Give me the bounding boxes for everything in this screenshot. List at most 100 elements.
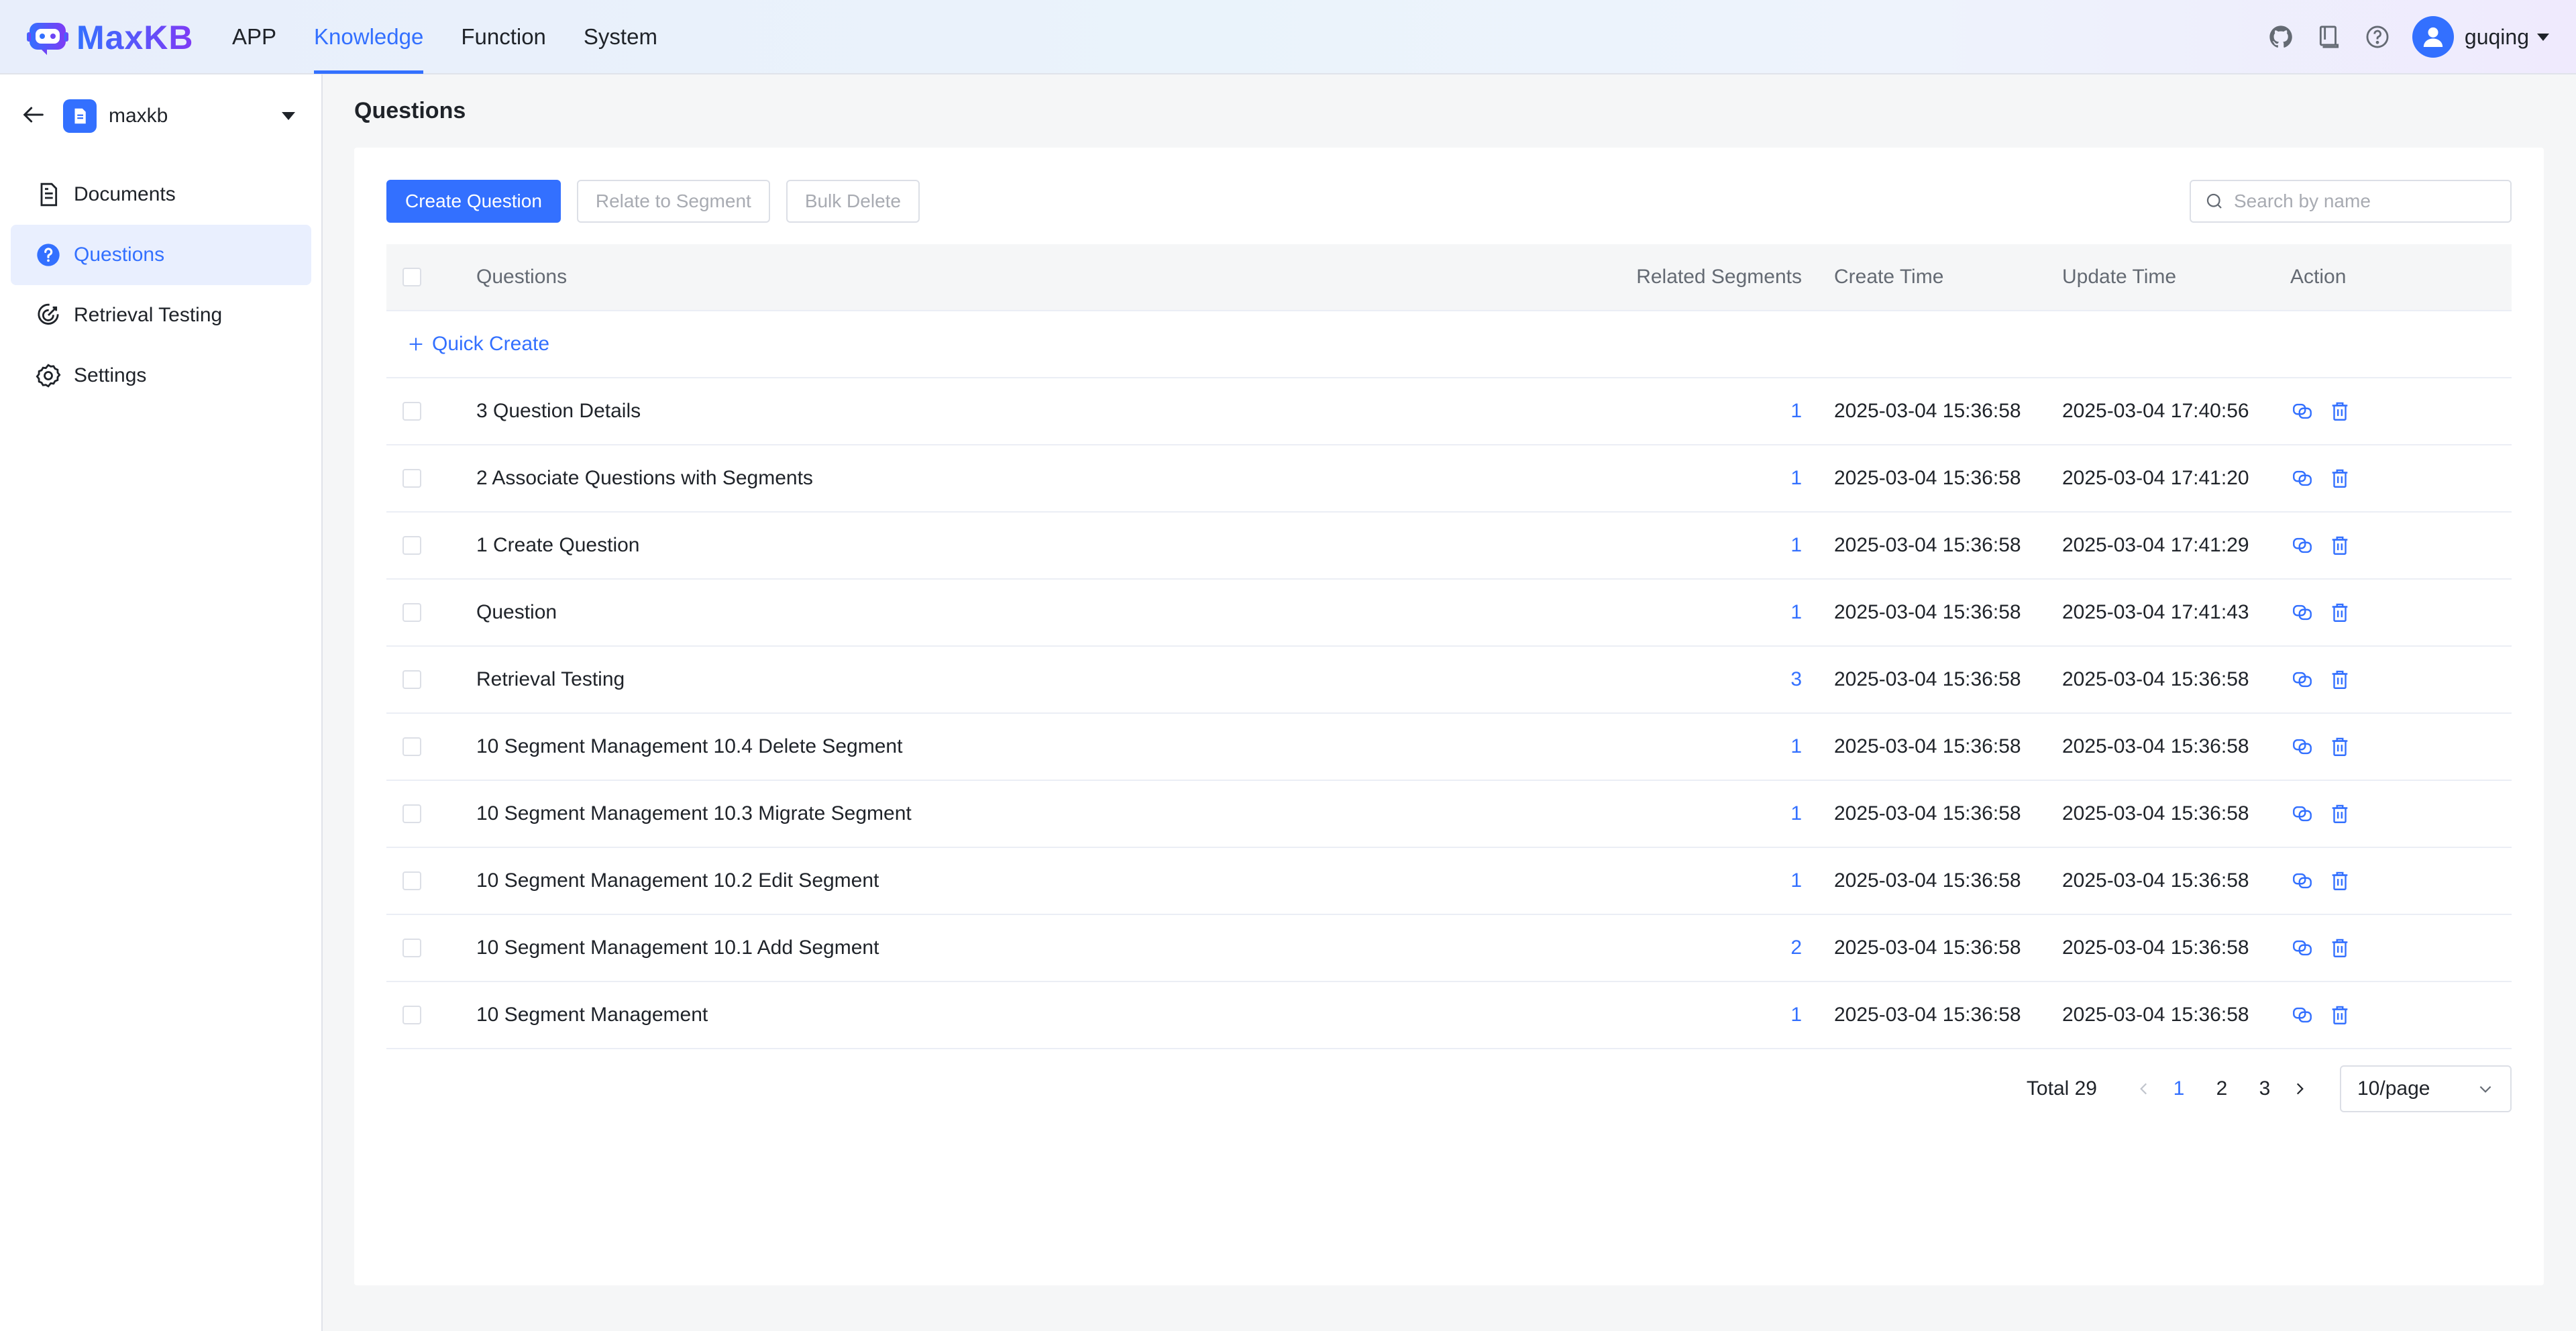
chevron-down-icon[interactable]: [282, 112, 295, 120]
delete-icon[interactable]: [2328, 668, 2352, 692]
related-segments-link[interactable]: 1: [1790, 400, 1802, 422]
relate-segment-icon[interactable]: [2290, 600, 2314, 625]
delete-icon[interactable]: [2328, 533, 2352, 557]
sidebar-item-label: Documents: [74, 183, 176, 205]
quick-create-row: Quick Create: [386, 311, 2512, 378]
sidebar-item-questions[interactable]: Questions: [11, 225, 311, 285]
row-checkbox[interactable]: [402, 804, 421, 823]
relate-segment-icon[interactable]: [2290, 1003, 2314, 1027]
nav-function[interactable]: Function: [461, 0, 546, 74]
delete-icon[interactable]: [2328, 1003, 2352, 1027]
user-menu-caret-icon[interactable]: [2537, 33, 2549, 41]
bulk-delete-button[interactable]: Bulk Delete: [786, 180, 920, 223]
related-segments-link[interactable]: 1: [1790, 802, 1802, 824]
prev-page-icon[interactable]: [2131, 1080, 2157, 1098]
row-checkbox[interactable]: [402, 402, 421, 421]
table-row[interactable]: 2 Associate Questions with Segments 1 2025…: [386, 445, 2512, 513]
row-checkbox[interactable]: [402, 670, 421, 689]
sidebar-item-retrieval-testing[interactable]: Retrieval Testing: [11, 285, 311, 345]
table-row[interactable]: 10 Segment Management 10.4 Delete Segmen…: [386, 714, 2512, 781]
nav-app[interactable]: APP: [232, 0, 276, 74]
row-checkbox[interactable]: [402, 1006, 421, 1024]
update-time: 2025-03-04 17:40:56: [2062, 400, 2249, 422]
brand-logo[interactable]: MaxKB: [27, 17, 193, 58]
row-checkbox[interactable]: [402, 469, 421, 488]
relate-segment-icon[interactable]: [2290, 735, 2314, 759]
related-segments-link[interactable]: 2: [1790, 937, 1802, 959]
sidebar-item-documents[interactable]: Documents: [11, 164, 311, 225]
top-nav: APP Knowledge Function System: [232, 0, 695, 74]
question-text[interactable]: 10 Segment Management 10.1 Add Segment: [476, 937, 1629, 959]
page-2[interactable]: 2: [2200, 1077, 2243, 1100]
help-icon[interactable]: [2364, 23, 2391, 50]
related-segments-link[interactable]: 1: [1790, 534, 1802, 556]
row-checkbox[interactable]: [402, 737, 421, 756]
row-checkbox[interactable]: [402, 603, 421, 622]
question-text[interactable]: 10 Segment Management: [476, 1004, 1629, 1026]
knowledge-base-selector[interactable]: maxkb: [20, 96, 302, 136]
table-row[interactable]: Question 1 2025-03-04 15:36:58 2025-03-04 1…: [386, 580, 2512, 647]
quick-create-button[interactable]: Quick Create: [386, 333, 549, 356]
delete-icon[interactable]: [2328, 399, 2352, 423]
question-text[interactable]: Retrieval Testing: [476, 668, 1629, 691]
sidebar-item-settings[interactable]: Settings: [11, 345, 311, 406]
related-segments-link[interactable]: 1: [1790, 601, 1802, 623]
table-row[interactable]: 3 Question Details 1 2025-03-04 15:36:58 20…: [386, 378, 2512, 445]
question-text[interactable]: Question: [476, 601, 1629, 624]
search-input[interactable]: [2234, 191, 2510, 212]
next-page-icon[interactable]: [2286, 1080, 2313, 1098]
username[interactable]: guqing: [2465, 25, 2529, 50]
row-checkbox[interactable]: [402, 536, 421, 555]
related-segments-link[interactable]: 1: [1790, 735, 1802, 757]
table-row[interactable]: 10 Segment Management 1 2025-03-04 15:36:5…: [386, 982, 2512, 1049]
user-avatar[interactable]: [2412, 16, 2454, 58]
relate-to-segment-button[interactable]: Relate to Segment: [576, 180, 770, 223]
row-checkbox[interactable]: [402, 871, 421, 890]
related-segments-link[interactable]: 1: [1790, 869, 1802, 892]
question-text[interactable]: 10 Segment Management 10.4 Delete Segmen…: [476, 735, 1629, 758]
relate-segment-icon[interactable]: [2290, 466, 2314, 490]
update-time: 2025-03-04 15:36:58: [2062, 802, 2249, 824]
table-row[interactable]: 10 Segment Management 10.2 Edit Segment 1…: [386, 848, 2512, 915]
relate-segment-icon[interactable]: [2290, 802, 2314, 826]
related-segments-link[interactable]: 1: [1790, 467, 1802, 489]
page-1[interactable]: 1: [2157, 1077, 2200, 1100]
question-text[interactable]: 3 Question Details: [476, 400, 1629, 423]
update-time: 2025-03-04 17:41:20: [2062, 467, 2249, 489]
page-size-select[interactable]: 10/page: [2340, 1065, 2512, 1112]
table-row[interactable]: 10 Segment Management 10.3 Migrate Segme…: [386, 781, 2512, 848]
question-text[interactable]: 10 Segment Management 10.2 Edit Segment: [476, 869, 1629, 892]
relate-segment-icon[interactable]: [2290, 936, 2314, 960]
back-arrow-icon[interactable]: [20, 101, 47, 131]
delete-icon[interactable]: [2328, 735, 2352, 759]
plus-icon: [409, 337, 423, 351]
delete-icon[interactable]: [2328, 802, 2352, 826]
related-segments-link[interactable]: 3: [1790, 668, 1802, 690]
delete-icon[interactable]: [2328, 936, 2352, 960]
delete-icon[interactable]: [2328, 869, 2352, 893]
relate-segment-icon[interactable]: [2290, 869, 2314, 893]
nav-knowledge[interactable]: Knowledge: [314, 0, 424, 74]
delete-icon[interactable]: [2328, 466, 2352, 490]
question-text[interactable]: 2 Associate Questions with Segments: [476, 467, 1629, 490]
table-row[interactable]: 1 Create Question 1 2025-03-04 15:36:58 202…: [386, 513, 2512, 580]
nav-system[interactable]: System: [584, 0, 657, 74]
related-segments-link[interactable]: 1: [1790, 1004, 1802, 1026]
relate-segment-icon[interactable]: [2290, 399, 2314, 423]
create-time: 2025-03-04 15:36:58: [1834, 601, 2021, 623]
delete-icon[interactable]: [2328, 600, 2352, 625]
question-text[interactable]: 10 Segment Management 10.3 Migrate Segme…: [476, 802, 1629, 825]
row-checkbox[interactable]: [402, 939, 421, 957]
row-actions: [2290, 802, 2512, 826]
brand-name: MaxKB: [76, 19, 194, 56]
create-question-button[interactable]: Create Question: [386, 180, 561, 223]
table-row[interactable]: 10 Segment Management 10.1 Add Segment 2 2…: [386, 915, 2512, 982]
book-icon[interactable]: [2316, 23, 2343, 50]
page-3[interactable]: 3: [2243, 1077, 2286, 1100]
table-row[interactable]: Retrieval Testing 3 2025-03-04 15:36:58 202…: [386, 647, 2512, 714]
question-text[interactable]: 1 Create Question: [476, 534, 1629, 557]
select-all-checkbox[interactable]: [402, 268, 421, 286]
relate-segment-icon[interactable]: [2290, 668, 2314, 692]
github-icon[interactable]: [2267, 23, 2294, 50]
relate-segment-icon[interactable]: [2290, 533, 2314, 557]
